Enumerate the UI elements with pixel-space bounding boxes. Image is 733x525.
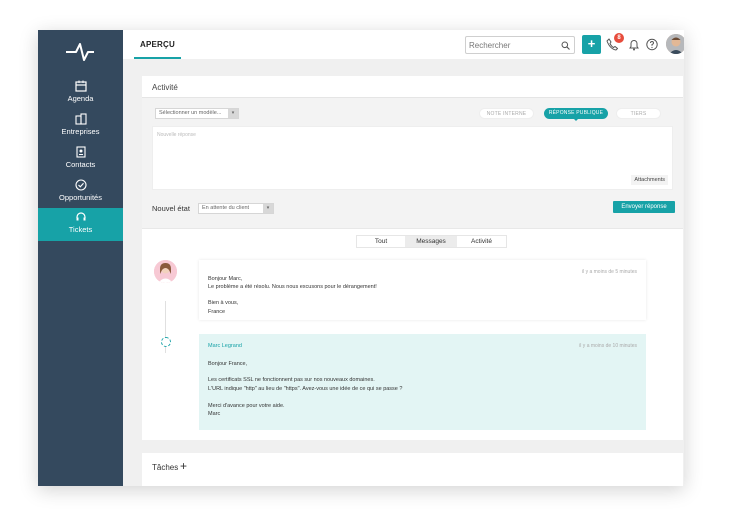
- message-line: Bonjour Marc,: [208, 276, 243, 282]
- add-task-button[interactable]: +: [180, 459, 187, 473]
- activity-panel: Activité Sélectionner un modèle... ▾ NOT…: [142, 76, 683, 440]
- tab-apercu[interactable]: APERÇU: [134, 30, 181, 59]
- chevron-down-icon: ▾: [228, 109, 238, 118]
- message-line: Le problème a été résolu. Nous nous excu…: [208, 284, 377, 290]
- tasks-card: Tâches +: [142, 453, 683, 486]
- filter-messages[interactable]: Messages: [405, 236, 457, 247]
- message-card: Marc Legrand il y a moins de 10 minutes …: [199, 334, 646, 430]
- sidebar-item-label: Tickets: [68, 225, 93, 234]
- message-line: L'URL indique "http" au lieu de "https".…: [208, 386, 403, 392]
- user-avatar-icon: [666, 34, 684, 54]
- add-button[interactable]: +: [582, 35, 601, 54]
- calendar-icon: [74, 80, 87, 92]
- tasks-title: Tâches: [152, 463, 179, 472]
- message-line: Marc: [208, 411, 221, 417]
- activity-title: Activité: [152, 83, 178, 92]
- send-reply-button[interactable]: Envoyer réponse: [613, 201, 675, 213]
- contact-book-icon: [75, 146, 86, 158]
- message-line: Les certificats SSL ne fonctionnent pas …: [208, 377, 375, 383]
- building-icon: [74, 113, 87, 125]
- check-circle-icon: [74, 179, 87, 191]
- search-icon[interactable]: [561, 41, 570, 50]
- message-line: Bien à vous,: [208, 300, 239, 306]
- attachments-button[interactable]: Attachments: [631, 175, 668, 185]
- message-time: il y a moins de 10 minutes: [579, 343, 637, 349]
- top-bar: APERÇU + 8: [123, 30, 684, 59]
- message-line: Bonjour France,: [208, 361, 248, 367]
- sidebar-item-agenda[interactable]: Agenda: [38, 77, 123, 110]
- sidebar: Agenda Entreprises Contacts Opportunités…: [38, 30, 123, 486]
- sidebar-item-label: Opportunités: [59, 193, 102, 202]
- reply-placeholder: Nouvelle réponse: [157, 132, 196, 138]
- message-filter: Tout Messages Activité: [356, 235, 507, 248]
- sidebar-item-contacts[interactable]: Contacts: [38, 143, 123, 176]
- sidebar-item-label: Contacts: [65, 160, 96, 169]
- user-avatar-icon: [154, 260, 177, 283]
- chevron-down-icon: ▾: [263, 204, 273, 213]
- logo-icon[interactable]: [66, 43, 94, 61]
- reply-type-note-interne[interactable]: NOTE INTERNE: [479, 108, 534, 119]
- reply-type-tiers[interactable]: TIERS: [616, 108, 661, 119]
- notification-badge: 8: [614, 33, 624, 43]
- filter-activite[interactable]: Activité: [457, 236, 506, 247]
- state-select-value: En attente du client: [202, 205, 250, 211]
- sidebar-item-label: Entreprises: [61, 127, 100, 136]
- message-time: il y a moins de 5 minutes: [581, 269, 637, 275]
- sidebar-item-tickets[interactable]: Tickets: [38, 208, 123, 241]
- reply-textarea[interactable]: Nouvelle réponse Attachments: [152, 126, 673, 190]
- sidebar-item-opportunites[interactable]: Opportunités: [38, 176, 123, 209]
- avatar: [154, 260, 177, 283]
- divider: [142, 228, 683, 229]
- search-box: [465, 36, 575, 54]
- message-card: il y a moins de 5 minutes Bonjour Marc, …: [199, 260, 646, 320]
- bell-icon[interactable]: [628, 38, 640, 51]
- avatar[interactable]: [666, 34, 684, 54]
- headset-icon: [75, 212, 86, 221]
- help-icon[interactable]: [646, 38, 658, 51]
- sidebar-item-label: Agenda: [67, 94, 94, 103]
- template-select[interactable]: Sélectionner un modèle... ▾: [155, 108, 239, 119]
- message-author[interactable]: Marc Legrand: [208, 343, 242, 349]
- filter-tout[interactable]: Tout: [357, 236, 405, 247]
- template-select-value: Sélectionner un modèle...: [159, 110, 222, 116]
- contact-dot-icon: [161, 337, 171, 347]
- state-select[interactable]: En attente du client ▾: [198, 203, 274, 214]
- message-line: France: [208, 309, 226, 315]
- message-line: Merci d'avance pour votre aide.: [208, 403, 285, 409]
- state-label: Nouvel état: [152, 204, 190, 213]
- active-pill-arrow: [573, 118, 579, 121]
- sidebar-item-entreprises[interactable]: Entreprises: [38, 110, 123, 143]
- search-input[interactable]: [469, 39, 557, 52]
